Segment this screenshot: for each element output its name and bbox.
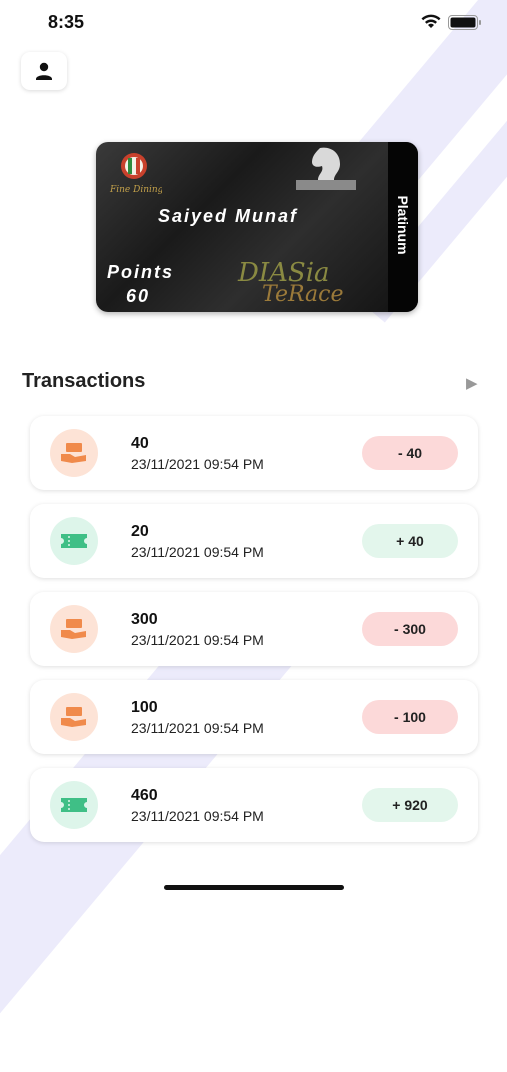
transaction-points-badge: - 100 xyxy=(362,700,458,734)
wifi-icon xyxy=(421,14,441,28)
transactions-title: Transactions xyxy=(22,370,146,392)
transaction-date: 23/11/2021 09:54 PM xyxy=(131,808,264,824)
transaction-row[interactable]: 460 23/11/2021 09:54 PM + 920 xyxy=(30,768,478,842)
transaction-points-badge: + 40 xyxy=(362,524,458,558)
transaction-amount: 100 xyxy=(131,699,158,716)
status-time: 8:35 xyxy=(48,12,85,32)
card-holder-name: Saiyed Munaf xyxy=(158,206,299,226)
triangle-right-icon[interactable]: ▶ xyxy=(466,374,478,392)
ticket-icon xyxy=(50,517,98,565)
profile-button[interactable] xyxy=(21,52,67,90)
transaction-date: 23/11/2021 09:54 PM xyxy=(131,544,264,560)
transaction-amount: 300 xyxy=(131,611,158,628)
tier-stripe: Platinum xyxy=(388,142,418,312)
card-tier: Platinum xyxy=(395,195,411,255)
ticket-icon xyxy=(50,781,98,829)
restaurant-logo: Fine Dining xyxy=(109,153,162,195)
brand-logo: DIASia TeRace xyxy=(238,258,344,307)
transaction-amount: 460 xyxy=(131,787,158,804)
points-value: 60 xyxy=(126,286,151,306)
transactions-list: 40 23/11/2021 09:54 PM - 40 20 23/11/202… xyxy=(30,416,478,856)
person-icon xyxy=(36,62,52,80)
hand-money-icon xyxy=(50,429,98,477)
transaction-points-badge: + 920 xyxy=(362,788,458,822)
transaction-row[interactable]: 40 23/11/2021 09:54 PM - 40 xyxy=(30,416,478,490)
transaction-date: 23/11/2021 09:54 PM xyxy=(131,632,264,648)
points-label: Points xyxy=(107,262,175,282)
status-bar: 8:35 xyxy=(0,0,507,44)
transaction-amount: 20 xyxy=(131,523,149,540)
hand-money-icon xyxy=(50,693,98,741)
home-indicator[interactable] xyxy=(164,885,344,890)
transaction-points-badge: - 300 xyxy=(362,612,458,646)
transaction-points-badge: - 40 xyxy=(362,436,458,470)
transaction-row[interactable]: 20 23/11/2021 09:54 PM + 40 xyxy=(30,504,478,578)
transaction-row[interactable]: 100 23/11/2021 09:54 PM - 100 xyxy=(30,680,478,754)
chess-knight-logo xyxy=(296,147,356,190)
battery-icon xyxy=(448,15,481,30)
transaction-row[interactable]: 300 23/11/2021 09:54 PM - 300 xyxy=(30,592,478,666)
transaction-date: 23/11/2021 09:54 PM xyxy=(131,456,264,472)
hand-money-icon xyxy=(50,605,98,653)
transaction-amount: 40 xyxy=(131,435,149,452)
svg-text:Fine Dining: Fine Dining xyxy=(109,185,162,195)
transaction-date: 23/11/2021 09:54 PM xyxy=(131,720,264,736)
loyalty-card[interactable]: Fine Dining Saiyed Munaf Points 60 DIASi… xyxy=(96,142,418,312)
